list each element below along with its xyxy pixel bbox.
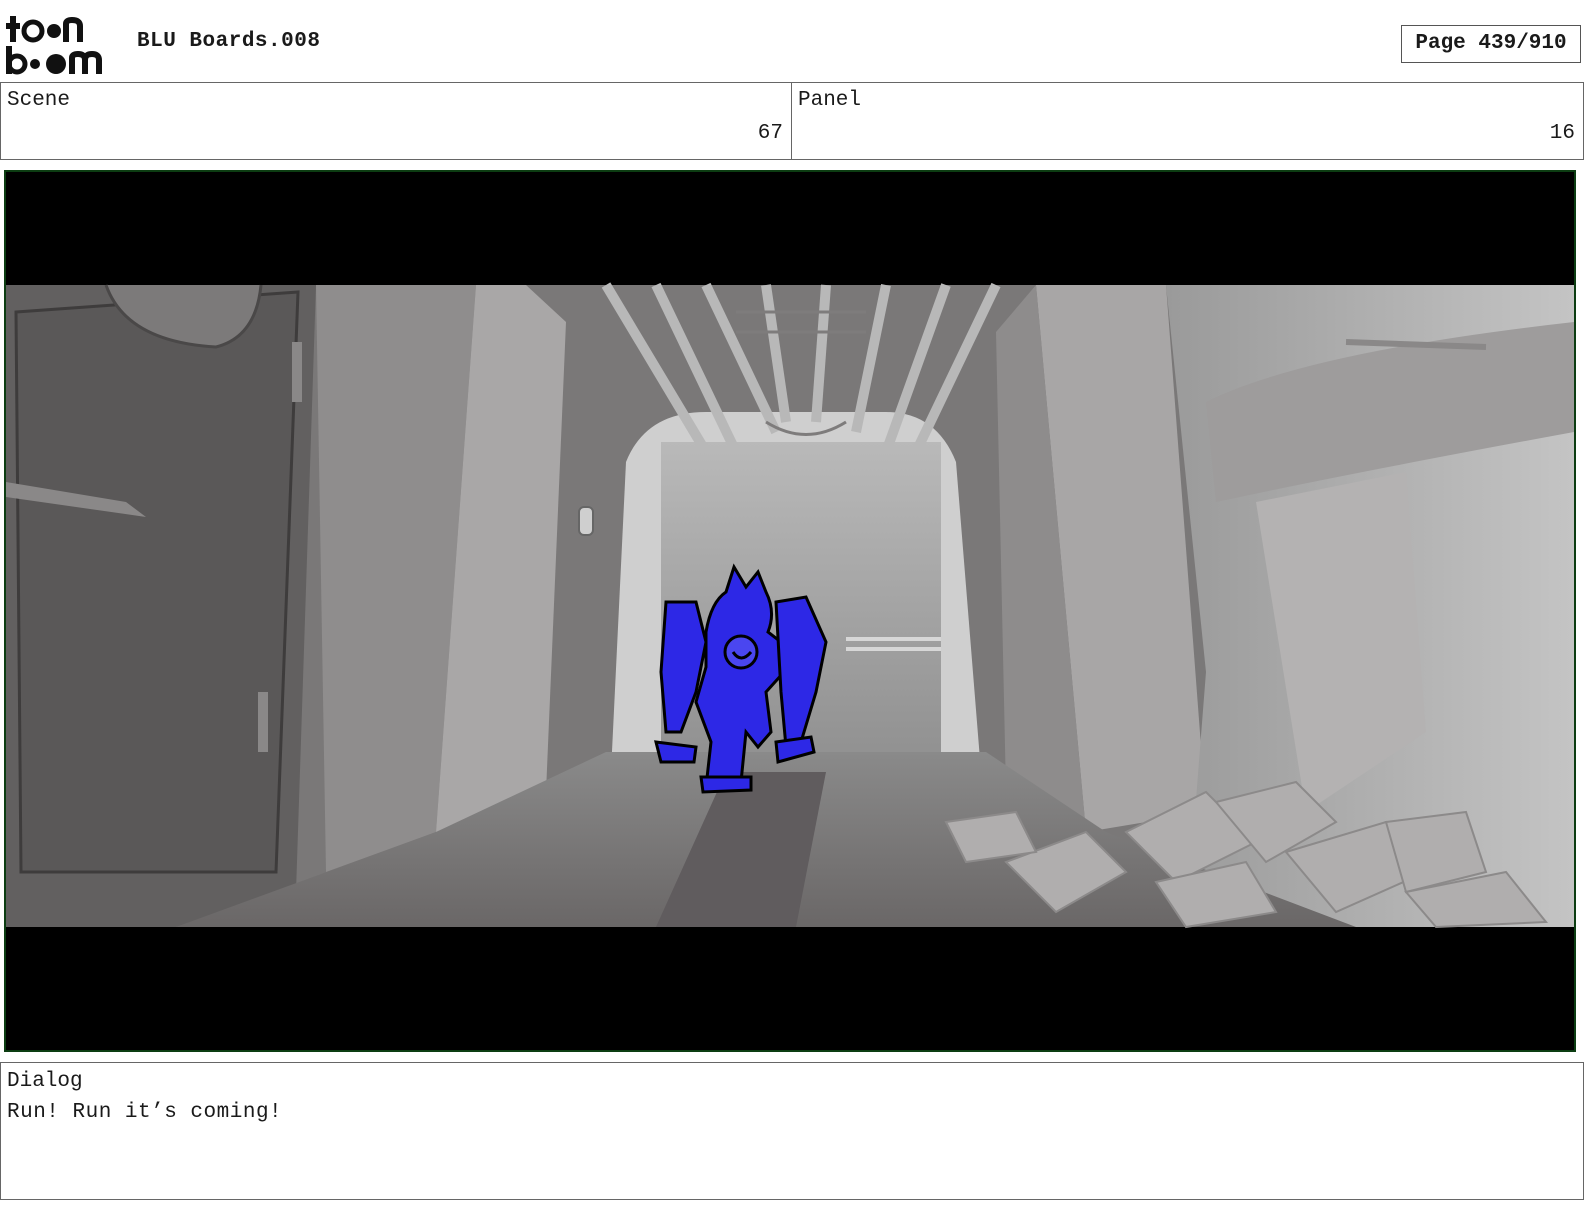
scene-panel-row: Scene 67 Panel 16 [0, 82, 1584, 160]
panel-cell: Panel 16 [792, 83, 1584, 159]
panel-number: 16 [1549, 122, 1575, 145]
dialog-box: Dialog Run! Run it’s coming! [0, 1062, 1584, 1200]
dialog-label: Dialog [7, 1070, 83, 1093]
scene-cell: Scene 67 [0, 83, 792, 159]
storyboard-panel-image [4, 170, 1576, 1052]
panel-label: Panel [798, 89, 862, 112]
corridor-scene-illustration [6, 172, 1574, 1050]
scene-number: 67 [757, 122, 783, 145]
dialog-text: Run! Run it’s coming! [7, 1101, 283, 1124]
page-indicator: Page 439/910 [1401, 25, 1581, 63]
document-title: BLU Boards.008 [137, 30, 321, 53]
toonboom-logo [6, 16, 102, 75]
scene-label: Scene [7, 89, 71, 112]
